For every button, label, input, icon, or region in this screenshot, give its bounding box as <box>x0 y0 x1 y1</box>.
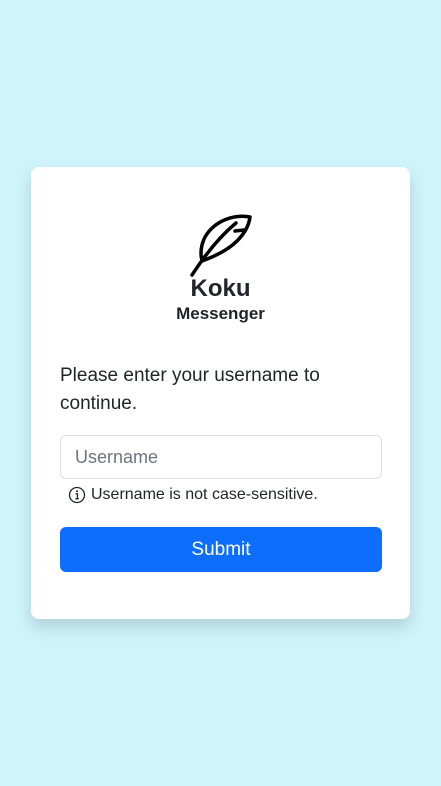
info-circle-icon <box>68 486 86 504</box>
instruction-text: Please enter your username to continue. <box>60 365 320 414</box>
submit-button[interactable]: Submit <box>60 527 382 572</box>
feather-icon <box>189 214 252 277</box>
login-card: Koku Messenger Please enter your usernam… <box>31 167 410 619</box>
brand: Koku Messenger <box>31 213 410 325</box>
hint-text: Username is not case-sensitive. <box>91 486 318 503</box>
app-subtitle: Messenger <box>176 304 265 323</box>
app-name: Koku <box>190 275 251 302</box>
username-hint: Username is not case-sensitive. <box>68 485 318 505</box>
username-input[interactable] <box>60 435 382 479</box>
